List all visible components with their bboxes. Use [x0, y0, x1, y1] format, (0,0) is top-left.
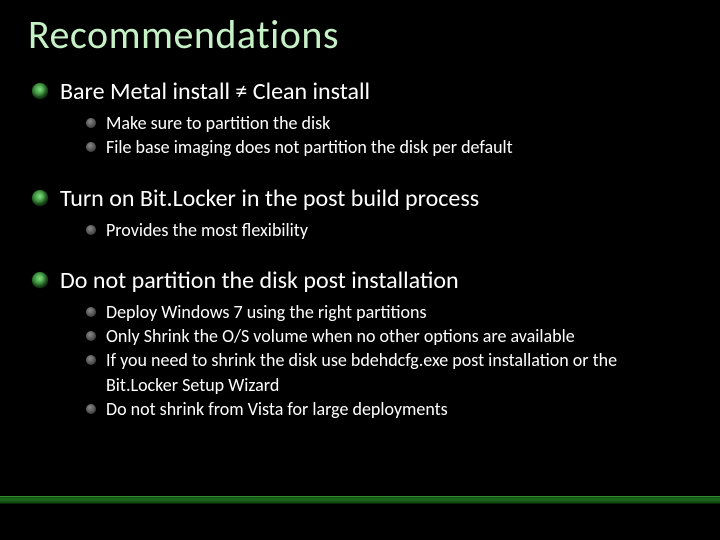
sub-item: Do not shrink from Vista for large deplo… [84, 397, 692, 421]
sub-list: Deploy Windows 7 using the right partiti… [60, 300, 692, 421]
list-item-text: Turn on Bit.Locker in the post build pro… [60, 184, 692, 214]
sub-item: File base imaging does not partition the… [84, 135, 692, 159]
list-item-text: Bare Metal install ≠ Clean install [60, 77, 692, 107]
list-item-text: Do not partition the disk post installat… [60, 266, 692, 296]
sub-list: Provides the most flexibility [60, 218, 692, 242]
sub-list: Make sure to partition the disk File bas… [60, 111, 692, 160]
slide: Recommendations Bare Metal install ≠ Cle… [0, 0, 720, 540]
list-item: Turn on Bit.Locker in the post build pro… [28, 184, 692, 242]
sub-item: Only Shrink the O/S volume when no other… [84, 324, 692, 348]
list-item: Do not partition the disk post installat… [28, 266, 692, 421]
list-item: Bare Metal install ≠ Clean install Make … [28, 77, 692, 160]
bullet-list: Bare Metal install ≠ Clean install Make … [28, 77, 692, 421]
sub-item: If you need to shrink the disk use bdehd… [84, 348, 692, 397]
slide-title: Recommendations [28, 10, 692, 59]
sub-item: Deploy Windows 7 using the right partiti… [84, 300, 692, 324]
sub-item: Provides the most flexibility [84, 218, 692, 242]
footer-divider [0, 496, 720, 504]
sub-item: Make sure to partition the disk [84, 111, 692, 135]
